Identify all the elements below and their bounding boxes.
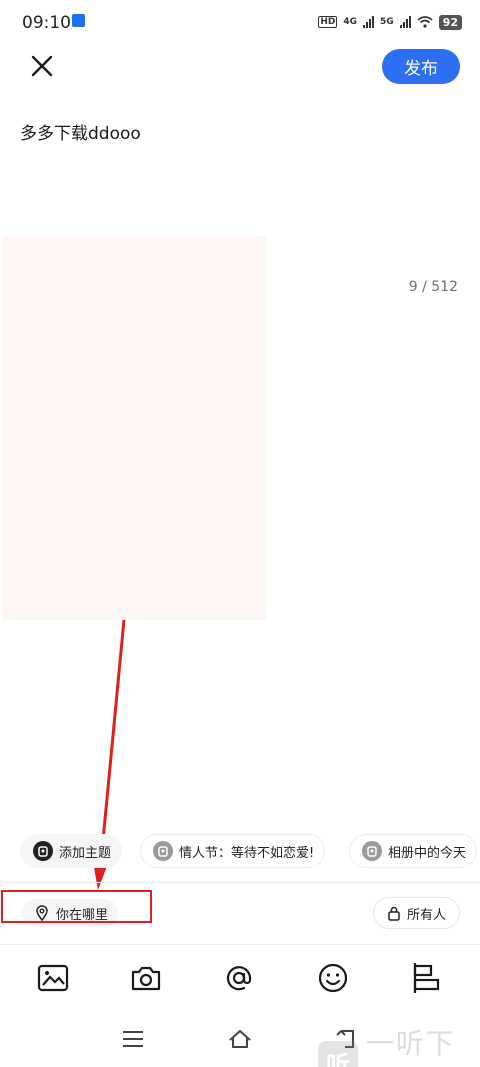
signal-icon [363,16,375,28]
close-button[interactable] [26,50,58,82]
chip-label: 情人节：等待不如恋爱! [179,845,315,861]
signal-icon [399,16,411,28]
topic-icon [33,841,53,861]
chip-album-today[interactable]: 相册中的今天 [349,834,478,868]
layout-icon [413,963,440,993]
network-5g-label: 5G [380,17,394,27]
nav-menu-button[interactable] [119,1025,147,1053]
annotation-highlight-box [1,890,152,923]
watermark-logo: 听 [318,1041,358,1067]
status-time: 09:10 [22,13,71,33]
mention-button[interactable] [222,961,256,995]
topic-icon [153,841,173,861]
wifi-icon [417,16,433,28]
emoji-button[interactable] [316,961,350,995]
chip-label: 相册中的今天 [388,845,467,861]
image-preview[interactable] [2,236,266,620]
divider [0,944,480,945]
network-4g-label: 4G [343,17,358,27]
topic-icon [362,841,382,861]
menu-icon [123,1031,143,1047]
hd-indicator: HD [318,16,338,28]
watermark-text: 一听下载 [365,1027,456,1060]
notification-app-icon [72,14,85,27]
chip-add-topic[interactable]: 添加主题 [20,834,123,868]
camera-icon [131,966,161,991]
chip-valentine-topic[interactable]: 情人节：等待不如恋爱! [140,834,326,868]
battery-indicator: 92 [438,14,462,30]
emoji-icon [318,963,348,993]
image-icon [37,964,69,992]
close-icon [31,55,53,77]
status-indicators: HD 4G 5G 92 [318,12,462,32]
home-icon [229,1030,251,1048]
lock-icon [388,906,400,921]
audience-label: 所有人 [406,907,446,923]
publish-button[interactable]: 发布 [382,49,460,84]
watermark: 听 一听下载 [318,1022,480,1067]
camera-button[interactable] [129,961,163,995]
post-text[interactable]: 多多下载ddooo [20,119,141,144]
at-icon [226,966,252,991]
chip-label: 添加主题 [59,845,112,861]
char-count: 9 / 512 [408,279,458,295]
insert-image-button[interactable] [36,961,70,995]
audience-button[interactable]: 所有人 [373,897,460,929]
nav-home-button[interactable] [226,1025,254,1053]
layout-button[interactable] [409,961,443,995]
divider [0,882,480,883]
